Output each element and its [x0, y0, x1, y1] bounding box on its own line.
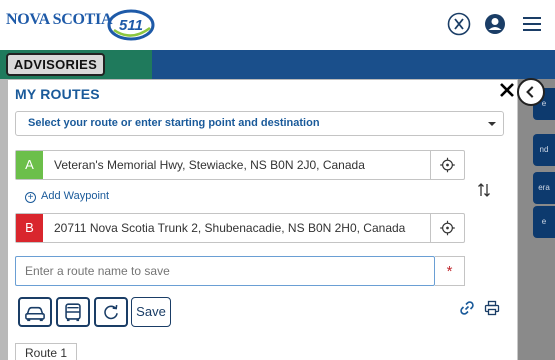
- waypoint-a-field[interactable]: A Veteran's Memorial Hwy, Stewiacke, NS …: [15, 150, 465, 180]
- refresh-icon: [104, 304, 118, 320]
- route-tab[interactable]: Route 1: [15, 343, 77, 360]
- waypoint-b-field[interactable]: B 20711 Nova Scotia Trunk 2, Shubenacadi…: [15, 213, 465, 243]
- print-icon[interactable]: [484, 300, 500, 316]
- chevron-down-icon: [488, 122, 496, 126]
- link-icon[interactable]: [459, 300, 475, 316]
- logo-511-icon[interactable]: 511: [106, 8, 156, 42]
- bus-icon: [65, 303, 81, 322]
- map-layer-chip[interactable]: era: [533, 172, 555, 204]
- route-select[interactable]: Select your route or enter starting poin…: [15, 111, 504, 136]
- waypoint-b-badge: B: [16, 214, 43, 242]
- car-mode-button[interactable]: [18, 297, 52, 327]
- panel-title: MY ROUTES: [15, 86, 100, 102]
- route-select-value: Select your route or enter starting poin…: [28, 117, 320, 129]
- locate-icon[interactable]: [430, 214, 464, 242]
- plus-circle-icon: +: [25, 192, 36, 203]
- add-waypoint-link[interactable]: + Add Waypoint: [25, 190, 109, 203]
- hamburger-menu-icon[interactable]: [520, 12, 544, 36]
- waypoint-a-input[interactable]: Veteran's Memorial Hwy, Stewiacke, NS B0…: [54, 151, 365, 179]
- x-social-icon[interactable]: [447, 12, 471, 36]
- locate-icon[interactable]: [430, 151, 464, 179]
- swap-arrows-icon[interactable]: [477, 181, 491, 199]
- site-header: NOVA SCOTIA 511: [0, 0, 555, 50]
- logo-511-text: 511: [119, 17, 143, 34]
- waypoint-a-badge: A: [16, 151, 43, 179]
- map-layer-chip[interactable]: nd: [533, 134, 555, 166]
- refresh-button[interactable]: [94, 297, 128, 327]
- nova-scotia-logo[interactable]: NOVA SCOTIA: [6, 11, 113, 29]
- bus-mode-button[interactable]: [56, 297, 90, 327]
- map-layer-chip[interactable]: e: [533, 206, 555, 238]
- required-marker: *: [435, 256, 465, 286]
- add-waypoint-label: Add Waypoint: [41, 190, 110, 202]
- save-button[interactable]: Save: [131, 297, 171, 327]
- collapse-panel-icon[interactable]: [517, 78, 545, 106]
- car-icon: [25, 306, 45, 322]
- advisories-button[interactable]: ADVISORIES: [6, 53, 105, 76]
- user-account-icon[interactable]: [483, 12, 507, 36]
- waypoint-b-input[interactable]: 20711 Nova Scotia Trunk 2, Shubenacadie,…: [54, 214, 405, 242]
- close-icon[interactable]: [498, 81, 516, 99]
- route-name-input[interactable]: [15, 256, 435, 286]
